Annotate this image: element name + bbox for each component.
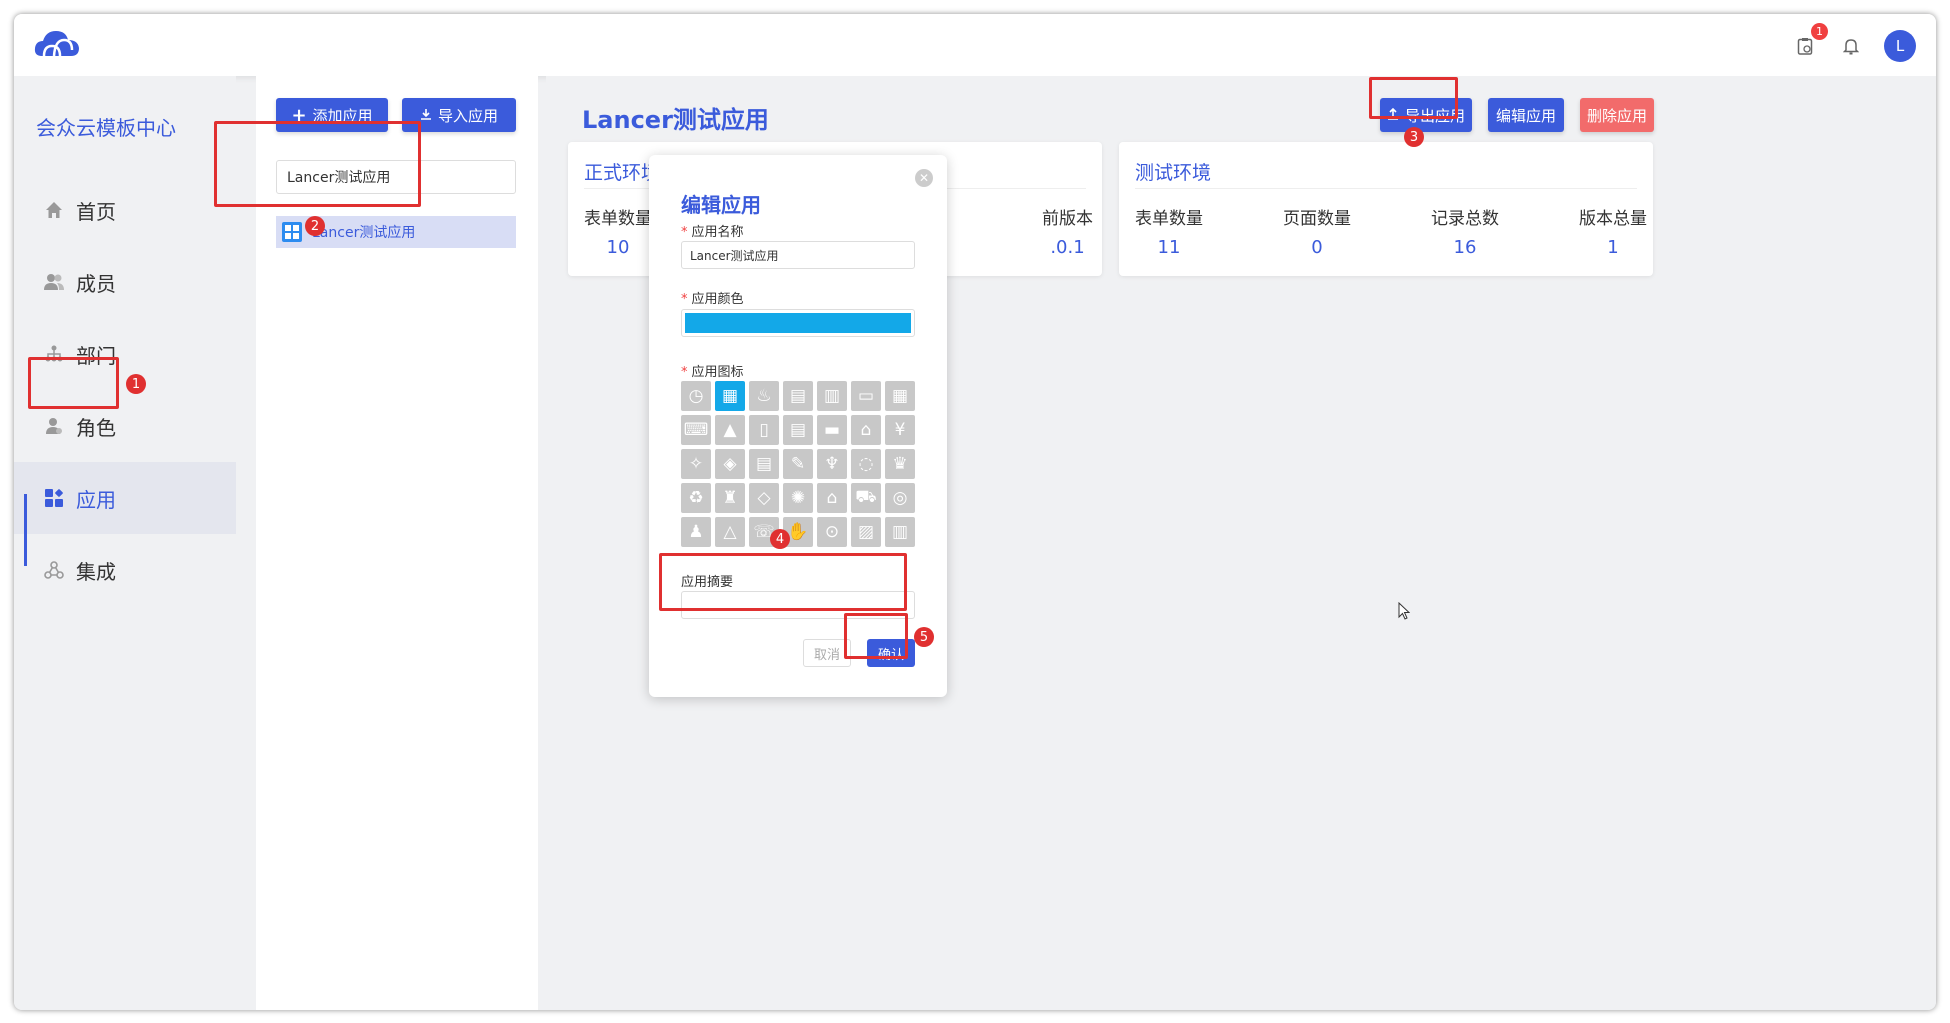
- step-marker-1: 1: [126, 374, 146, 394]
- graduation-icon[interactable]: ▲: [715, 415, 745, 445]
- sidebar: 会众云模板中心 首页 成员 部门 角色 应用 集成: [14, 76, 236, 1010]
- name-label: * 应用名称: [681, 225, 744, 240]
- integration-icon: [44, 560, 64, 580]
- chart-icon[interactable]: ▨: [851, 517, 881, 547]
- members-icon: [44, 272, 64, 292]
- sidebar-item-label: 首页: [76, 199, 116, 224]
- cart-icon[interactable]: ⛟: [851, 483, 881, 513]
- step-marker-4: 4: [770, 529, 790, 549]
- form-icon[interactable]: ▤: [783, 415, 813, 445]
- stat-versions: 版本总量 1: [1579, 209, 1647, 258]
- apps-icon: [282, 222, 302, 242]
- icon-label: * 应用图标: [681, 365, 744, 380]
- network-icon[interactable]: △: [715, 517, 745, 547]
- trophy-icon[interactable]: ♛: [885, 449, 915, 479]
- sidebar-item-apps[interactable]: 应用: [14, 462, 236, 566]
- sidebar-item-label: 成员: [76, 271, 116, 296]
- stat-forms: 表单数量 11: [1135, 209, 1203, 258]
- folder-icon[interactable]: ▯: [749, 415, 779, 445]
- close-icon[interactable]: ✕: [915, 169, 933, 187]
- traffic-light-icon[interactable]: ⊙: [817, 517, 847, 547]
- step-marker-2: 2: [305, 216, 325, 236]
- role-icon: [44, 416, 64, 436]
- home-icon: [44, 200, 64, 220]
- color-picker[interactable]: [681, 309, 915, 337]
- code-icon[interactable]: ⌨: [681, 415, 711, 445]
- building-icon[interactable]: ▥: [817, 381, 847, 411]
- apps-icon: [44, 488, 64, 508]
- stat-pages: 页面数量 0: [1283, 209, 1351, 258]
- highlight-box-edit: [1369, 77, 1458, 119]
- edit-app-button[interactable]: 编辑应用: [1488, 98, 1564, 132]
- sidebar-item-label: 集成: [76, 559, 116, 584]
- sidebar-item-label: 应用: [76, 487, 116, 512]
- store-icon[interactable]: ⌂: [817, 483, 847, 513]
- truck-icon[interactable]: ▬: [817, 415, 847, 445]
- people-icon[interactable]: ♟: [681, 517, 711, 547]
- layers-icon[interactable]: ◈: [715, 449, 745, 479]
- highlight-box-apps: [28, 357, 119, 409]
- divider: [1135, 188, 1637, 189]
- mouse-cursor-icon: [1398, 601, 1411, 624]
- highlight-box-summary: [659, 553, 907, 611]
- app-list-panel: + 添加应用 导入应用 Lancer测试应用 Lancer测试应用: [256, 76, 538, 1010]
- house-icon[interactable]: ⌂: [851, 415, 881, 445]
- download-icon: [420, 106, 432, 124]
- document-icon[interactable]: ▤: [749, 449, 779, 479]
- sidebar-item-integration[interactable]: 集成: [14, 534, 236, 606]
- highlight-box-app-list: [214, 121, 421, 207]
- broadcast-icon[interactable]: ◎: [885, 483, 915, 513]
- cake-icon[interactable]: ♨: [749, 381, 779, 411]
- shield-icon[interactable]: ◇: [749, 483, 779, 513]
- table-icon[interactable]: ▦: [885, 381, 915, 411]
- crm-icon[interactable]: ▭: [851, 381, 881, 411]
- notification-badge: 1: [1811, 23, 1828, 40]
- step-marker-3: 3: [1404, 127, 1424, 147]
- color-label: * 应用颜色: [681, 292, 744, 307]
- app-window: 1 L 会众云模板中心 首页 成员 部门 角色 应用 集成 + 添加应用 导入应…: [14, 14, 1936, 1010]
- stat-forms: 表单数量 10: [584, 209, 652, 258]
- database-icon[interactable]: ▥: [885, 517, 915, 547]
- alarm-icon[interactable]: ◷: [681, 381, 711, 411]
- hierarchy-icon[interactable]: ♆: [817, 449, 847, 479]
- apps-icon[interactable]: ▦: [715, 381, 745, 411]
- top-bar: 1 L: [14, 14, 1936, 76]
- sidebar-item-label: 角色: [76, 415, 116, 440]
- recycle-icon[interactable]: ♻: [681, 483, 711, 513]
- planet-icon[interactable]: ◌: [851, 449, 881, 479]
- color-swatch: [685, 313, 911, 333]
- delete-app-button[interactable]: 删除应用: [1580, 98, 1654, 132]
- modal-title: 编辑应用: [681, 193, 761, 217]
- user-avatar[interactable]: L: [1884, 30, 1916, 62]
- stat-records: 记录总数 16: [1431, 209, 1499, 258]
- yen-icon[interactable]: ¥: [885, 415, 915, 445]
- test-env-card: 测试环境 表单数量 11 页面数量 0 记录总数 16 版本总量 1: [1119, 142, 1653, 276]
- card-title: 测试环境: [1135, 162, 1212, 184]
- cloud-logo-icon[interactable]: [34, 28, 80, 62]
- sidebar-item-home[interactable]: 首页: [14, 174, 236, 246]
- puzzle-icon[interactable]: ✧: [681, 449, 711, 479]
- bell-icon[interactable]: [1838, 33, 1864, 59]
- stat-version: 前版本 .0.1: [1042, 209, 1093, 258]
- task-clipboard-icon[interactable]: 1: [1792, 23, 1828, 59]
- stamp-icon[interactable]: ♜: [715, 483, 745, 513]
- id-card-icon[interactable]: ▤: [783, 381, 813, 411]
- step-marker-5: 5: [914, 627, 934, 647]
- icon-picker-grid: ◷ ▦ ♨ ▤ ▥ ▭ ▦ ⌨ ▲ ▯ ▤ ▬ ⌂ ¥ ✧ ◈ ▤ ✎ ♆ ◌ ♛ ♻ ♜ ◇ ✺ ⌂ ⛟ ◎ ♟ △ ☏ ✋ ⊙ ▨ ▥: [681, 381, 915, 547]
- sidebar-item-members[interactable]: 成员: [14, 246, 236, 318]
- wrench-icon[interactable]: ✎: [783, 449, 813, 479]
- app-title: Lancer测试应用: [582, 106, 769, 134]
- gear-icon[interactable]: ✺: [783, 483, 813, 513]
- brand-title: 会众云模板中心: [36, 116, 176, 140]
- app-name-input[interactable]: Lancer测试应用: [681, 241, 915, 269]
- highlight-box-confirm: [844, 613, 908, 659]
